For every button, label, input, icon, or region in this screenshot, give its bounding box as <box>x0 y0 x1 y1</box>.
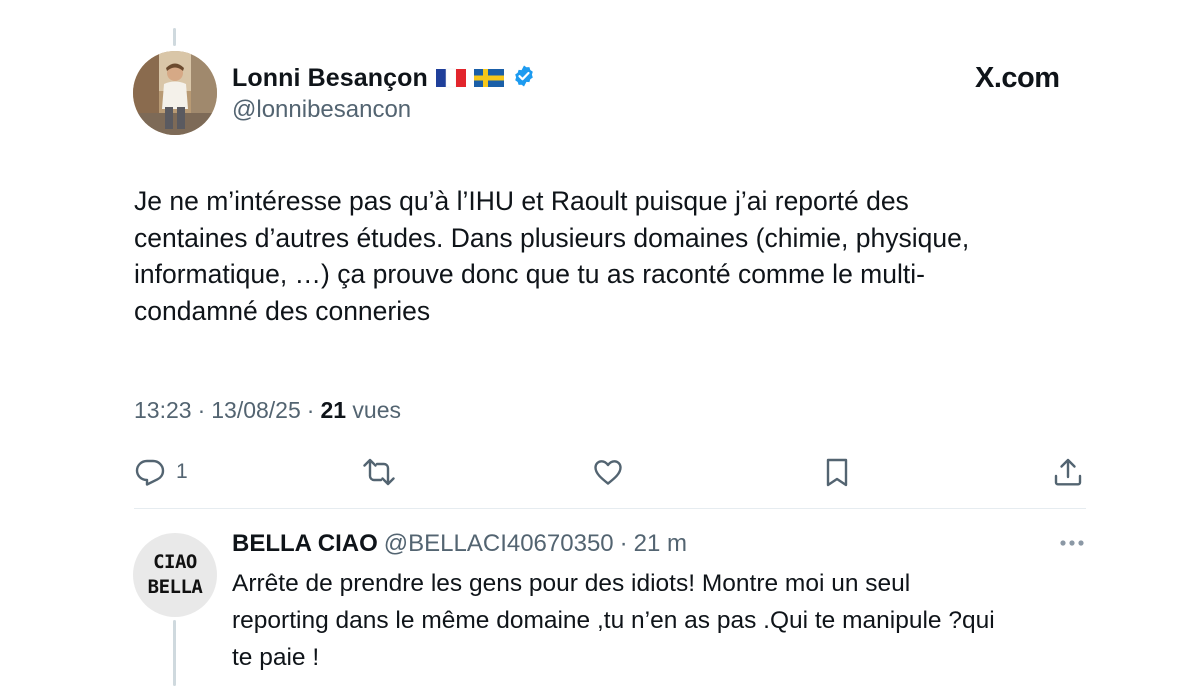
reply-button[interactable]: 1 <box>134 455 188 489</box>
author-avatar[interactable] <box>133 51 217 135</box>
reply-avatar-text: CIAO <box>153 551 197 573</box>
reply-text-line: reporting dans le même domaine ,tu n’en … <box>232 607 995 634</box>
thread-line-top <box>173 28 176 46</box>
meta-separator: · <box>619 530 628 557</box>
tweet-text-line: Je ne m’intéresse pas qu’à l’IHU et Raou… <box>134 186 909 216</box>
sweden-flag-icon <box>473 68 504 88</box>
meta-separator: · <box>306 397 315 423</box>
author-name[interactable]: Lonni Besançon <box>232 64 428 93</box>
reply-time[interactable]: 21 m <box>634 530 687 558</box>
verified-badge-icon <box>512 64 536 93</box>
reply-count: 1 <box>176 460 188 483</box>
like-button[interactable] <box>592 455 624 489</box>
reply-avatar-text: BELLA <box>147 576 203 598</box>
reply-text: Arrête de prendre les gens pour des idio… <box>232 565 1092 676</box>
bookmark-icon <box>826 458 848 487</box>
views-count: 21 <box>320 397 347 423</box>
tweet-time[interactable]: 13:23 <box>134 397 192 424</box>
france-flag-icon <box>435 68 466 88</box>
brand-logo: X.com <box>975 62 1060 95</box>
divider <box>134 508 1086 509</box>
author-handle[interactable]: @lonnibesancon <box>232 96 536 124</box>
bookmark-button[interactable] <box>822 455 852 489</box>
views-label: vues <box>352 397 402 423</box>
retweet-icon <box>363 458 395 486</box>
reply-text-line: Arrête de prendre les gens pour des idio… <box>232 570 911 597</box>
meta-separator: · <box>197 397 206 423</box>
reply-author-name[interactable]: BELLA CIAO <box>232 530 378 558</box>
like-icon <box>594 460 622 485</box>
more-icon[interactable] <box>1058 536 1086 550</box>
tweet-text: Je ne m’intéresse pas qu’à l’IHU et Raou… <box>134 183 1114 329</box>
reply-text-line: te paie ! <box>232 644 320 671</box>
reply-handle[interactable]: @BELLACI40670350 <box>384 530 614 558</box>
tweet-text-line: condamné des conneries <box>134 295 431 326</box>
tweet-author[interactable]: Lonni Besançon @lonnibesancon <box>232 62 536 124</box>
tweet-text-line: centaines d’autres études. Dans plusieur… <box>134 222 970 253</box>
reply-header: BELLA CIAO @BELLACI40670350 · 21 m <box>232 530 687 558</box>
reply-avatar[interactable]: CIAO BELLA <box>133 533 217 617</box>
tweet-date[interactable]: 13/08/25 <box>211 397 301 424</box>
reply-icon <box>135 459 165 486</box>
share-button[interactable] <box>1052 455 1084 489</box>
retweet-button[interactable] <box>362 455 396 489</box>
tweet-text-line: informatique, …) ça prouve donc que tu a… <box>134 259 925 290</box>
thread-line-bottom <box>173 620 176 686</box>
share-icon <box>1054 458 1082 486</box>
brand-label: X.com <box>975 62 1060 94</box>
tweet-meta: 13:23 · 13/08/25 · 21 vues <box>134 397 401 424</box>
